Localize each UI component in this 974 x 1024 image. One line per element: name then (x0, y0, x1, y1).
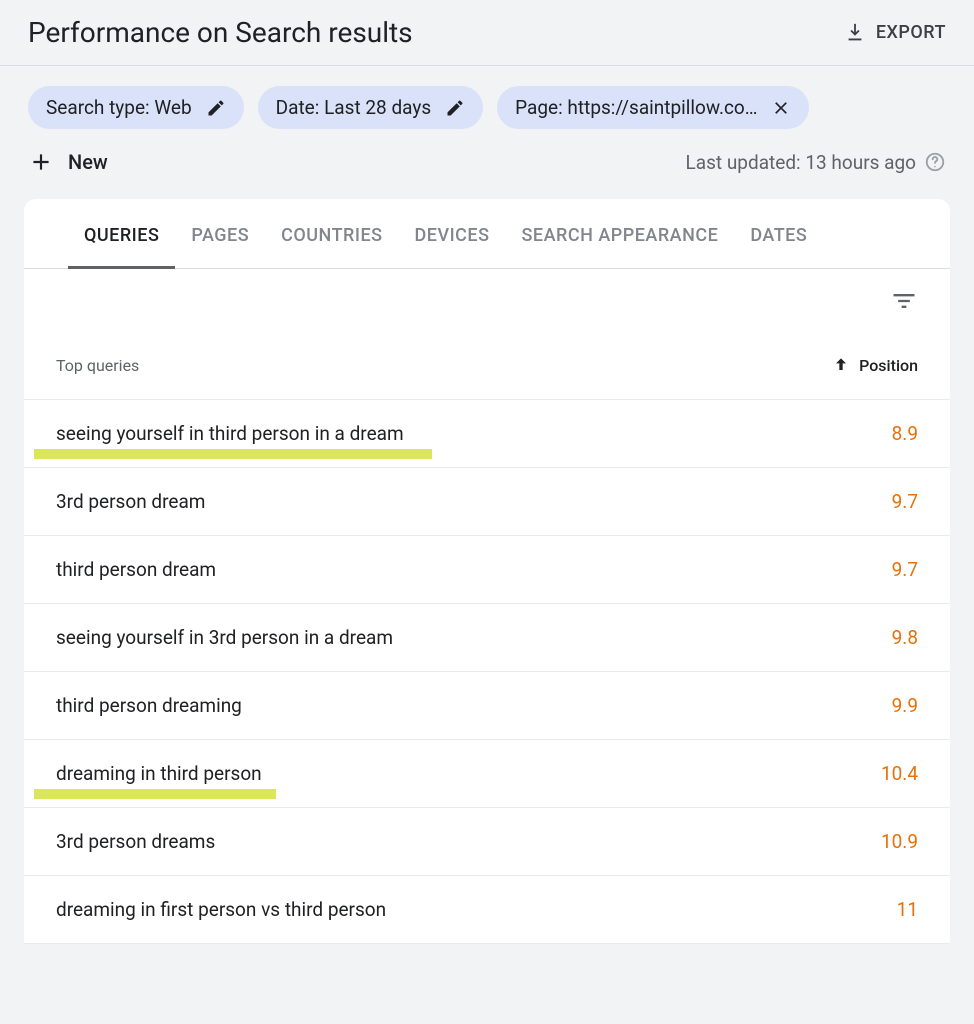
query-text: third person dreaming (56, 694, 242, 717)
tab-dates[interactable]: DATES (750, 199, 807, 268)
position-value: 9.7 (892, 558, 918, 581)
position-value: 11 (897, 898, 918, 921)
help-icon[interactable] (924, 151, 946, 173)
table-row[interactable]: 3rd person dreams 10.9 (24, 808, 950, 876)
filter-chip-page[interactable]: Page: https://saintpillow.co… (497, 86, 809, 129)
tab-countries[interactable]: COUNTRIES (281, 199, 382, 268)
highlight-marker (34, 449, 432, 459)
table-row[interactable]: dreaming in first person vs third person… (24, 876, 950, 944)
position-value: 10.4 (881, 762, 918, 785)
table-row[interactable]: third person dreaming 9.9 (24, 672, 950, 740)
table-row[interactable]: dreaming in third person 10.4 (24, 740, 950, 808)
new-label: New (68, 150, 108, 174)
page-title: Performance on Search results (28, 16, 413, 49)
column-header-queries: Top queries (56, 356, 139, 375)
chip-label: Search type: Web (46, 96, 192, 119)
position-label: Position (859, 356, 918, 375)
table-row[interactable]: seeing yourself in 3rd person in a dream… (24, 604, 950, 672)
position-value: 9.7 (892, 490, 918, 513)
new-filter-button[interactable]: New (28, 149, 108, 175)
table-body: seeing yourself in third person in a dre… (24, 400, 950, 944)
page-header: Performance on Search results EXPORT (0, 0, 974, 66)
query-text: seeing yourself in third person in a dre… (56, 422, 404, 445)
query-text: seeing yourself in 3rd person in a dream (56, 626, 393, 649)
plus-icon (28, 149, 54, 175)
filter-chip-date[interactable]: Date: Last 28 days (258, 86, 484, 129)
new-filter-row: New Last updated: 13 hours ago (0, 137, 974, 199)
last-updated: Last updated: 13 hours ago (686, 151, 946, 174)
filter-list-icon[interactable] (890, 287, 918, 315)
tab-queries[interactable]: QUERIES (84, 199, 159, 268)
table-filter-row (24, 269, 950, 327)
last-updated-text: Last updated: 13 hours ago (686, 151, 916, 174)
query-text: dreaming in first person vs third person (56, 898, 386, 921)
results-card: QUERIES PAGES COUNTRIES DEVICES SEARCH A… (24, 199, 950, 944)
query-text: 3rd person dreams (56, 830, 215, 853)
tab-pages[interactable]: PAGES (191, 199, 249, 268)
position-value: 8.9 (892, 422, 918, 445)
filter-chips-row: Search type: Web Date: Last 28 days Page… (0, 66, 974, 137)
filter-chip-search-type[interactable]: Search type: Web (28, 86, 244, 129)
table-row[interactable]: third person dream 9.7 (24, 536, 950, 604)
pencil-icon (206, 98, 226, 118)
position-value: 9.8 (892, 626, 918, 649)
download-icon (844, 22, 866, 44)
export-button[interactable]: EXPORT (844, 22, 946, 44)
tabs-row: QUERIES PAGES COUNTRIES DEVICES SEARCH A… (24, 199, 950, 269)
close-icon[interactable] (771, 98, 791, 118)
tab-search-appearance[interactable]: SEARCH APPEARANCE (522, 199, 719, 268)
export-label: EXPORT (876, 22, 946, 43)
query-text: 3rd person dream (56, 490, 205, 513)
tab-devices[interactable]: DEVICES (415, 199, 490, 268)
query-text: dreaming in third person (56, 762, 262, 785)
position-value: 9.9 (892, 694, 918, 717)
chip-label: Page: https://saintpillow.co… (515, 96, 757, 119)
highlight-marker (34, 789, 276, 799)
chip-label: Date: Last 28 days (276, 96, 432, 119)
table-row[interactable]: seeing yourself in third person in a dre… (24, 400, 950, 468)
query-text: third person dream (56, 558, 216, 581)
table-header: Top queries Position (24, 327, 950, 400)
column-header-position[interactable]: Position (831, 355, 918, 375)
pencil-icon (445, 98, 465, 118)
table-row[interactable]: 3rd person dream 9.7 (24, 468, 950, 536)
arrow-up-icon (831, 355, 851, 375)
position-value: 10.9 (881, 830, 918, 853)
